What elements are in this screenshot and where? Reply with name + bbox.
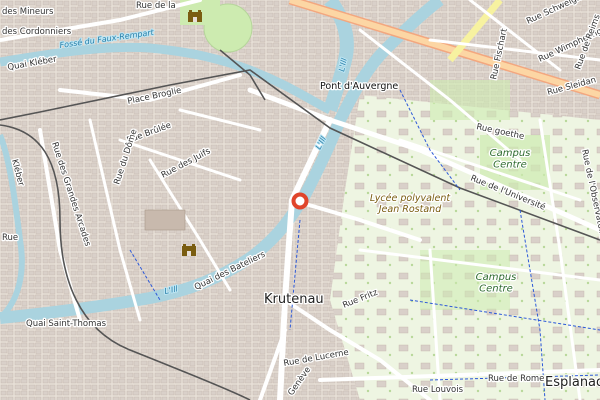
label-line: Centre <box>479 284 513 295</box>
label-rue-de-la: Rue de la <box>136 1 176 11</box>
cathedral <box>144 209 186 231</box>
label-quai-des-mineurs: des Mineurs <box>2 7 54 17</box>
label-line: Jean Rostand <box>377 204 442 215</box>
label-rue-short: Rue <box>2 233 18 243</box>
label-campus-centre-1: Campus Centre <box>490 148 531 171</box>
label-krutenau: Krutenau <box>264 292 324 307</box>
label-line: Campus <box>490 148 531 159</box>
park-north <box>430 80 510 120</box>
label-rue-des-cordonniers: des Cordonniers <box>2 27 72 37</box>
label-rue-louvois: Rue Louvois <box>412 385 464 395</box>
label-esplanade: Esplanad <box>545 375 600 390</box>
label-quai-saint-thomas: Quai Saint-Thomas <box>26 319 107 329</box>
label-line: Centre <box>493 160 527 171</box>
label-pont-dauvergne: Pont d'Auvergne <box>320 81 398 92</box>
label-line: Campus <box>476 272 517 283</box>
label-rue-de-rome: Rue de Rome <box>488 374 544 384</box>
location-pin-icon[interactable] <box>291 192 309 210</box>
label-lycee-jean-rostand: Lycée polyvalent Jean Rostand <box>370 193 452 215</box>
label-campus-centre-2: Campus Centre <box>476 272 517 295</box>
map-canvas[interactable]: Fossé du Faux-Rempart L'Ill L'Ill L'Ill … <box>0 0 600 400</box>
label-line: Lycée polyvalent <box>370 193 452 204</box>
map-svg[interactable]: Fossé du Faux-Rempart L'Ill L'Ill L'Ill … <box>0 0 600 400</box>
